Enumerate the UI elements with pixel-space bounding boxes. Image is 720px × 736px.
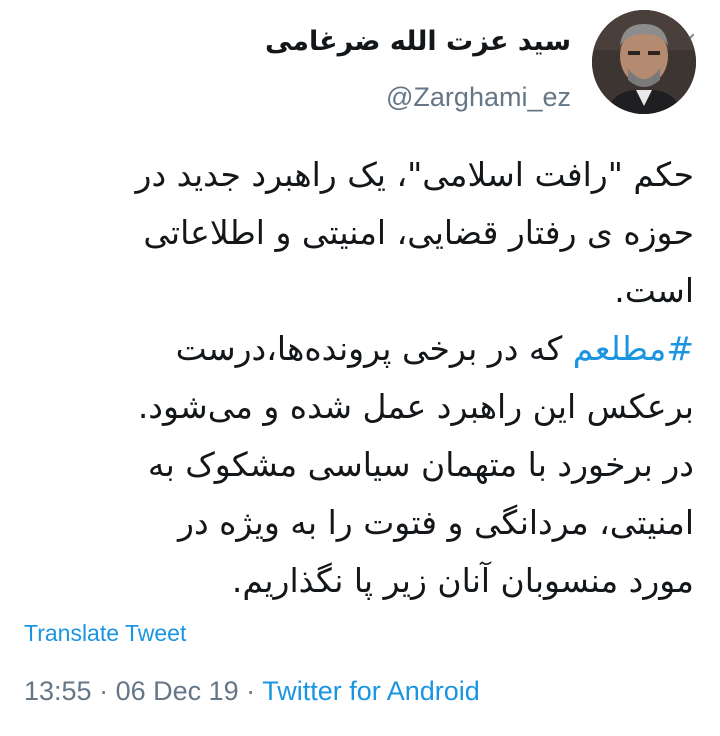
tweet-line-text: که در برخی پرونده‌ها،درست bbox=[175, 329, 573, 368]
hashtag-link[interactable]: #مطلعم bbox=[573, 329, 694, 368]
tweet-line: حکم "رافت اسلامی"، یک راهبرد جدید در bbox=[135, 155, 694, 194]
tweet-meta: 13:55 · 06 Dec 19 · Twitter for Android bbox=[24, 676, 480, 707]
tweet-line: حوزه ی رفتار قضایی، امنیتی و اطلاعاتی bbox=[143, 213, 694, 252]
meta-separator: · bbox=[91, 676, 116, 706]
tweet-source-link[interactable]: Twitter for Android bbox=[262, 676, 480, 706]
translate-tweet-link[interactable]: Translate Tweet bbox=[24, 620, 186, 647]
tweet-line: در برخورد با متهمان سیاسی مشکوک به bbox=[147, 445, 694, 484]
tweet-header: سید عزت الله ضرغامی @Zarghami_ez bbox=[136, 10, 696, 120]
tweet-line: برعکس این راهبرد عمل شده و می‌شود. bbox=[137, 387, 694, 426]
tweet: سید عزت الله ضرغامی @Zarghami_ez حکم "را… bbox=[0, 0, 720, 736]
tweet-line: #مطلعم که در برخی پرونده‌ها،درست bbox=[14, 320, 694, 378]
tweet-date: 06 Dec 19 bbox=[115, 676, 239, 706]
tweet-line: است. bbox=[614, 271, 694, 310]
avatar[interactable] bbox=[592, 10, 696, 114]
tweet-time: 13:55 bbox=[24, 676, 92, 706]
tweet-line: امنیتی، مردانگی و فتوت را به ویژه در bbox=[178, 503, 694, 542]
meta-separator: · bbox=[238, 676, 263, 706]
tweet-line: مورد منسوبان آنان زیر پا نگذاریم. bbox=[231, 561, 694, 600]
tweet-text: حکم "رافت اسلامی"، یک راهبرد جدید در حوز… bbox=[14, 146, 694, 610]
user-handle[interactable]: @Zarghami_ez bbox=[386, 82, 571, 113]
display-name[interactable]: سید عزت الله ضرغامی bbox=[265, 26, 571, 57]
